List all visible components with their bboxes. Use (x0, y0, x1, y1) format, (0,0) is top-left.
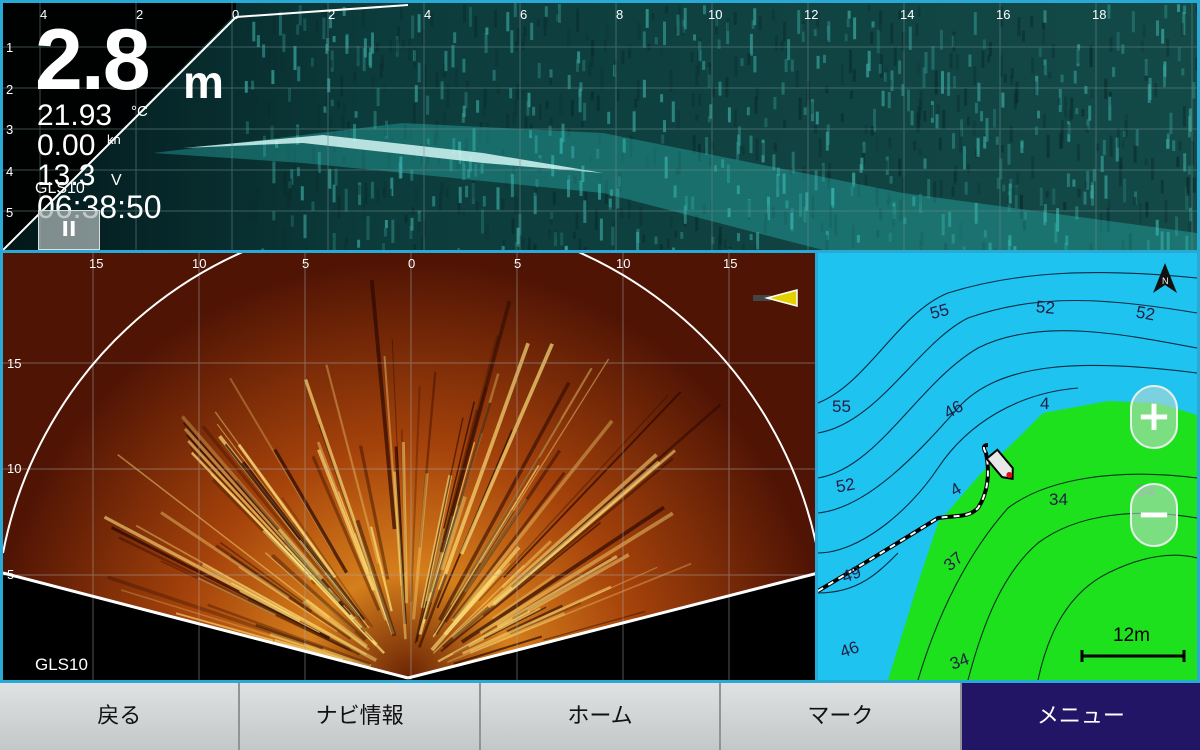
forward-scan-sonar-panel[interactable]: 15 10 5 0 5 10 15 15 10 5 GLS10 (0, 253, 818, 683)
x-tick-label: 10 (616, 256, 631, 271)
x-tick-label: 5 (514, 256, 522, 271)
x-tick-label: 0 (408, 256, 416, 271)
y-tick-label: 3 (6, 122, 14, 137)
contour-label: 55 (927, 299, 952, 324)
x-tick-label: 10 (708, 7, 723, 22)
home-button[interactable]: ホーム (480, 683, 722, 750)
y-tick-label: 5 (6, 205, 14, 220)
contour-label: 34 (1049, 490, 1068, 509)
bottom-nav-bar: 戻る ナビ情報 ホーム マーク メニュー (0, 683, 1200, 750)
back-button[interactable]: 戻る (0, 683, 241, 750)
y-tick-label: 15 (7, 356, 22, 371)
sonar-source-label: GLS10 (35, 655, 88, 674)
map-scale-label: 12m (1113, 625, 1150, 646)
contour-label: 34 (947, 649, 972, 674)
x-tick-label: 10 (192, 256, 207, 271)
north-label: N (1162, 276, 1169, 286)
x-tick-label: 5 (302, 256, 310, 271)
zoom-in-button[interactable]: + (1130, 385, 1178, 449)
temperature-unit: °C (131, 103, 148, 120)
zoom-out-button[interactable]: − (1130, 483, 1178, 547)
depth-unit: m (183, 56, 224, 108)
contour-label: 46 (837, 637, 862, 662)
sonar-echo-image (3, 3, 1197, 250)
depth-readout: 2.8 (35, 12, 151, 108)
x-tick-label: 15 (723, 256, 738, 271)
y-tick-label: 5 (7, 567, 15, 582)
contour-label: 52 (834, 474, 857, 497)
water-temperature: 21.93 (37, 99, 113, 132)
voltage-unit: V (111, 172, 122, 189)
contour-label: 52 (1134, 302, 1157, 325)
pause-button[interactable]: II (38, 210, 100, 250)
contour-label: 49 (839, 562, 864, 587)
contour-label: 52 (1035, 297, 1056, 318)
x-tick-label: 4 (424, 7, 432, 22)
down-scan-sonar-panel[interactable]: 4 2 0 2 4 6 8 10 12 14 16 18 1 2 3 4 5 2… (0, 0, 1200, 253)
contour-label: 4 (1040, 394, 1050, 413)
x-tick-label: 15 (89, 256, 104, 271)
y-tick-label: 4 (6, 164, 14, 179)
y-tick-label: 10 (7, 461, 22, 476)
mark-button[interactable]: マーク (721, 683, 962, 750)
y-tick-label: 2 (6, 82, 14, 97)
transducer-direction-icon (753, 289, 798, 307)
chart-map-panel[interactable]: N 55 52 52 55 46 4 52 4 34 34 37 49 46 3… (818, 253, 1200, 683)
x-tick-label: 16 (996, 7, 1011, 22)
x-tick-label: 2 (328, 7, 336, 22)
y-tick-label: 1 (6, 40, 14, 55)
x-tick-label: 6 (520, 7, 528, 22)
x-tick-label: 18 (1092, 7, 1107, 22)
menu-button[interactable]: メニュー (961, 683, 1200, 750)
speed-readout: 0.00 (37, 129, 96, 162)
sonar-fan-image (3, 253, 815, 680)
x-tick-label: 12 (804, 7, 819, 22)
speed-unit: kn (107, 132, 121, 147)
x-tick-label: 0 (232, 7, 240, 22)
x-tick-label: 8 (616, 7, 624, 22)
navi-info-button[interactable]: ナビ情報 (240, 683, 481, 750)
contour-label: 55 (832, 397, 851, 416)
x-tick-label: 14 (900, 7, 915, 22)
